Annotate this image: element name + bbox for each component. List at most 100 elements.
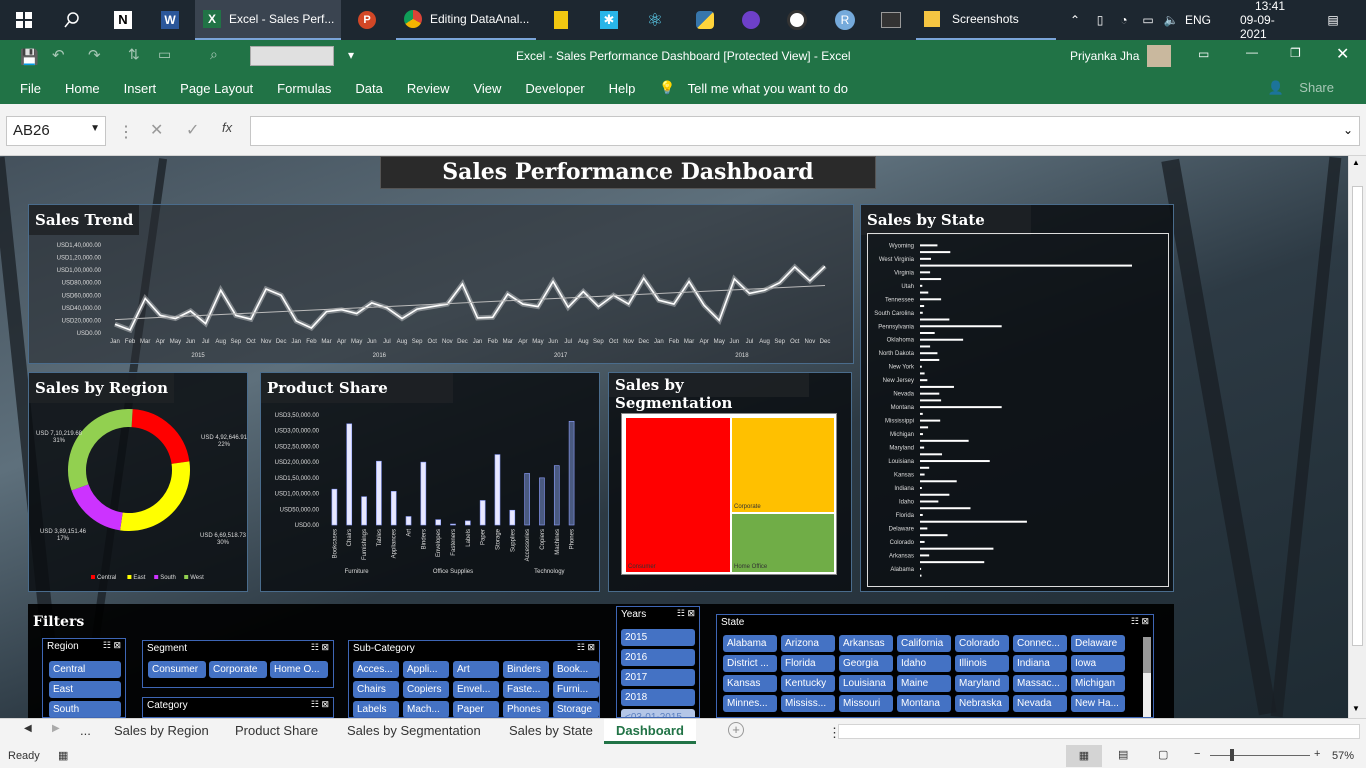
slicer-filter-icons[interactable]: ☷ ⊠ (577, 642, 595, 653)
slicer-item-alabama[interactable]: Alabama (723, 635, 777, 652)
slicer-item-2016[interactable]: 2016 (621, 649, 695, 666)
scroll-down-icon[interactable]: ▼ (1352, 704, 1360, 713)
snowflake-icon[interactable]: ✱ (594, 0, 624, 40)
zoom-level[interactable]: 57% (1332, 750, 1354, 762)
add-sheet-icon[interactable]: + (728, 722, 744, 738)
restore-icon[interactable]: ❐ (1290, 46, 1301, 60)
scrollbar-thumb[interactable] (1352, 186, 1363, 646)
slicer-item-home-office[interactable]: Home O... (270, 661, 328, 678)
slicer-item-massac[interactable]: Massac... (1013, 675, 1067, 692)
slicer-item-furni[interactable]: Furni... (553, 681, 599, 698)
slicer-item-corporate[interactable]: Corporate (209, 661, 267, 678)
zoom-in-icon[interactable]: + (1314, 748, 1320, 760)
scroll-up-icon[interactable]: ▲ (1352, 158, 1360, 167)
slicer-item-colorado[interactable]: Colorado (955, 635, 1009, 652)
slicer-item-louisiana[interactable]: Louisiana (839, 675, 893, 692)
scroll-right-icon[interactable]: ▶ (52, 723, 60, 734)
slicer-item-copiers[interactable]: Copiers (403, 681, 449, 698)
user-name[interactable]: Priyanka Jha (1070, 49, 1139, 63)
ribbon-display-icon[interactable]: ▭ (1198, 47, 1209, 61)
slicer-item-chairs[interactable]: Chairs (353, 681, 399, 698)
sheet-tab-more[interactable]: ... (70, 719, 101, 744)
slicer-item-mach[interactable]: Mach... (403, 701, 449, 717)
slicer-item-2018[interactable]: 2018 (621, 689, 695, 706)
slicer-filter-icons[interactable]: ☷ ⊠ (677, 608, 695, 619)
horizontal-scrollbar[interactable] (838, 724, 1360, 739)
slicer-item-mississ[interactable]: Mississ... (781, 695, 835, 712)
slicer-item-central[interactable]: Central (49, 661, 121, 678)
slicer-filter-icons[interactable]: ☷ ⊠ (311, 642, 329, 653)
slicer-item-missouri[interactable]: Missouri (839, 695, 893, 712)
slicer-item-book[interactable]: Book... (553, 661, 599, 678)
chevron-up-icon[interactable]: ⌃ (1066, 0, 1084, 40)
customize-qat-icon[interactable]: ▾ (348, 48, 354, 62)
treemap-consumer[interactable]: Consumer (625, 417, 731, 573)
enter-icon[interactable]: ✓ (186, 120, 199, 140)
close-icon[interactable]: ✕ (1336, 44, 1349, 64)
slicer-item-labels[interactable]: Labels (353, 701, 399, 717)
tab-review[interactable]: Review (395, 81, 462, 96)
powerbi-icon[interactable] (546, 0, 576, 40)
sheet-tab-sales-by-region[interactable]: Sales by Region (104, 719, 219, 744)
state-slicer-scrollbar[interactable] (1143, 637, 1151, 717)
page-layout-view-icon[interactable]: ▤ (1118, 748, 1128, 761)
vertical-scrollbar[interactable]: ▲ ▼ (1348, 156, 1366, 718)
lightbulb-icon[interactable]: 💡 (647, 80, 687, 96)
device-icon[interactable]: ▯ (1090, 0, 1110, 40)
slicer-item-south[interactable]: South (49, 701, 121, 717)
user-avatar[interactable] (1147, 45, 1171, 67)
slicer-item-idaho[interactable]: Idaho (897, 655, 951, 672)
tell-me-box[interactable]: Tell me what you want to do (688, 81, 860, 96)
r-studio-icon[interactable]: R (830, 0, 860, 40)
insert-function-icon[interactable]: fx (222, 120, 232, 135)
slicer-item-indiana[interactable]: Indiana (1013, 655, 1067, 672)
slicer-item-minnes[interactable]: Minnes... (723, 695, 777, 712)
slicer-item-delaware[interactable]: Delaware (1071, 635, 1125, 652)
powerpoint-icon[interactable]: P (352, 0, 382, 40)
slicer-item-art[interactable]: Art (453, 661, 499, 678)
normal-view-icon[interactable]: ▦ (1066, 745, 1102, 767)
zoom-icon[interactable]: ⌕ (210, 46, 218, 63)
slicer-item-2017[interactable]: 2017 (621, 669, 695, 686)
slicer-item-nebraska[interactable]: Nebraska (955, 695, 1009, 712)
slicer-item-binders[interactable]: Binders (503, 661, 549, 678)
tab-page-layout[interactable]: Page Layout (168, 81, 265, 96)
tab-data[interactable]: Data (343, 81, 394, 96)
slicer-item-florida[interactable]: Florida (781, 655, 835, 672)
slicer-item-maine[interactable]: Maine (897, 675, 951, 692)
treemap-home-office[interactable]: Home Office (731, 513, 835, 573)
minimize-icon[interactable]: — (1246, 45, 1258, 59)
slicer-item-arizona[interactable]: Arizona (781, 635, 835, 652)
slicer-item-faste[interactable]: Faste... (503, 681, 549, 698)
react-icon[interactable]: ⚛ (640, 0, 670, 40)
accessibility-icon[interactable]: ▦ (58, 749, 68, 762)
github-icon[interactable] (736, 0, 766, 40)
terminal-icon[interactable] (876, 0, 906, 40)
wifi-icon[interactable]: ◔ (1114, 0, 1134, 40)
slicer-item-phones[interactable]: Phones (503, 701, 549, 717)
python-icon[interactable] (690, 0, 720, 40)
slicer-item-michigan[interactable]: Michigan (1071, 675, 1125, 692)
slicer-item-envel[interactable]: Envel... (453, 681, 499, 698)
sheet-tab-sales-by-segmentation[interactable]: Sales by Segmentation (337, 719, 491, 744)
volume-icon[interactable]: 🔈 (1160, 0, 1182, 40)
slicer-item-arkansas[interactable]: Arkansas (839, 635, 893, 652)
tab-view[interactable]: View (461, 81, 513, 96)
zoom-out-icon[interactable]: − (1194, 748, 1200, 760)
windows-start-icon[interactable] (8, 0, 40, 40)
save-icon[interactable]: 💾 (20, 48, 39, 66)
slicer-item-district[interactable]: District ... (723, 655, 777, 672)
slicer-item-california[interactable]: California (897, 635, 951, 652)
treemap-corporate[interactable]: Corporate (731, 417, 835, 513)
scrollbar-thumb[interactable] (1143, 637, 1151, 673)
tab-developer[interactable]: Developer (513, 81, 596, 96)
sheet-tab-product-share[interactable]: Product Share (225, 719, 328, 744)
language-indicator[interactable]: ENG (1185, 0, 1211, 40)
tab-home[interactable]: Home (53, 81, 112, 96)
formula-input[interactable]: ⌄ (250, 116, 1360, 146)
zoom-slider-thumb[interactable] (1230, 749, 1234, 761)
slicer-filter-icons[interactable]: ☷ ⊠ (103, 640, 121, 651)
slicer-item-montana[interactable]: Montana (897, 695, 951, 712)
redo-icon[interactable]: ↷ (88, 46, 101, 64)
slicer-item-iowa[interactable]: Iowa (1071, 655, 1125, 672)
